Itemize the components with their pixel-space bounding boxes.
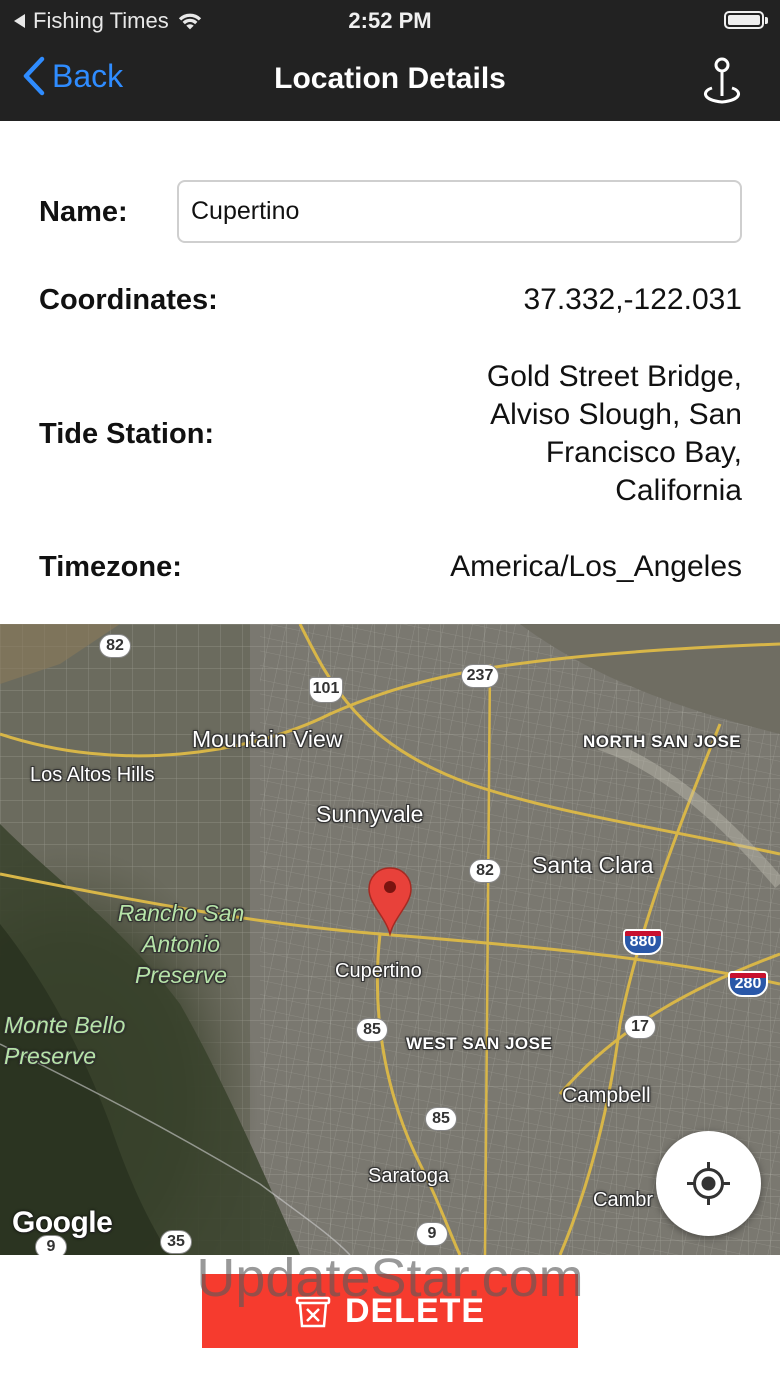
- trash-icon: [295, 1296, 331, 1328]
- my-location-button[interactable]: [656, 1131, 761, 1236]
- map-view[interactable]: Mountain View Los Altos Hills Sunnyvale …: [0, 624, 780, 1255]
- map-label-los-altos-hills: Los Altos Hills: [30, 764, 155, 786]
- route-shield-85: 85: [356, 1018, 388, 1042]
- battery-icon: [724, 11, 768, 29]
- map-label-saratoga: Saratoga: [368, 1165, 450, 1187]
- status-time: 2:52 PM: [348, 8, 432, 33]
- name-label: Name:: [39, 196, 128, 228]
- interstate-shield-280: 280: [728, 971, 768, 997]
- status-bar: Fishing Times 2:52 PM: [0, 0, 780, 40]
- coordinates-label: Coordinates:: [39, 284, 218, 316]
- map-label-west-san-jose: WEST SAN JOSE: [406, 1034, 553, 1053]
- page-title: Location Details: [274, 62, 506, 95]
- map-label-sunnyvale: Sunnyvale: [316, 801, 424, 827]
- map-label-cupertino: Cupertino: [335, 960, 422, 982]
- map-label-monte-bello: Monte Bello Preserve: [4, 1012, 126, 1069]
- nav-bar: Back Location Details: [0, 40, 780, 121]
- action-area: DELETE UpdateStar.com: [0, 1248, 780, 1387]
- map-pin-icon[interactable]: [367, 866, 413, 936]
- delete-button[interactable]: DELETE: [202, 1274, 578, 1348]
- location-pin-icon[interactable]: [700, 56, 744, 106]
- name-input[interactable]: [177, 180, 742, 243]
- route-shield-35: 35: [160, 1230, 192, 1254]
- route-shield-101: 101: [309, 677, 343, 703]
- map-label-mountain-view: Mountain View: [192, 726, 343, 752]
- tide-station-value: Gold Street Bridge, Alviso Slough, San F…: [486, 360, 742, 507]
- map-label-north-san-jose: NORTH SAN JOSE: [583, 732, 742, 751]
- route-shield-9: 9: [416, 1222, 448, 1246]
- google-attribution: Google: [12, 1206, 113, 1239]
- interstate-shield-880: 880: [623, 929, 663, 955]
- route-shield-82-south: 82: [469, 859, 501, 883]
- route-shield-82: 82: [99, 634, 131, 658]
- map-label-campbell: Campbell: [562, 1084, 651, 1107]
- route-shield-85-south: 85: [425, 1107, 457, 1131]
- crosshair-icon: [687, 1162, 730, 1205]
- map-label-rancho-san-antonio: Rancho San Antonio Preserve: [117, 900, 245, 988]
- timezone-value: America/Los_Angeles: [450, 550, 742, 583]
- route-shield-237: 237: [461, 664, 499, 688]
- map-label-santa-clara: Santa Clara: [532, 852, 654, 878]
- location-form: Name: Coordinates: 37.332,-122.031 Tide …: [0, 121, 780, 624]
- map-label-cambrian: Cambr: [593, 1189, 654, 1211]
- coordinates-value: 37.332,-122.031: [523, 283, 742, 316]
- delete-button-label: DELETE: [344, 1291, 486, 1330]
- route-shield-17: 17: [624, 1015, 656, 1039]
- timezone-label: Timezone:: [39, 551, 182, 583]
- tide-station-label: Tide Station:: [39, 418, 215, 450]
